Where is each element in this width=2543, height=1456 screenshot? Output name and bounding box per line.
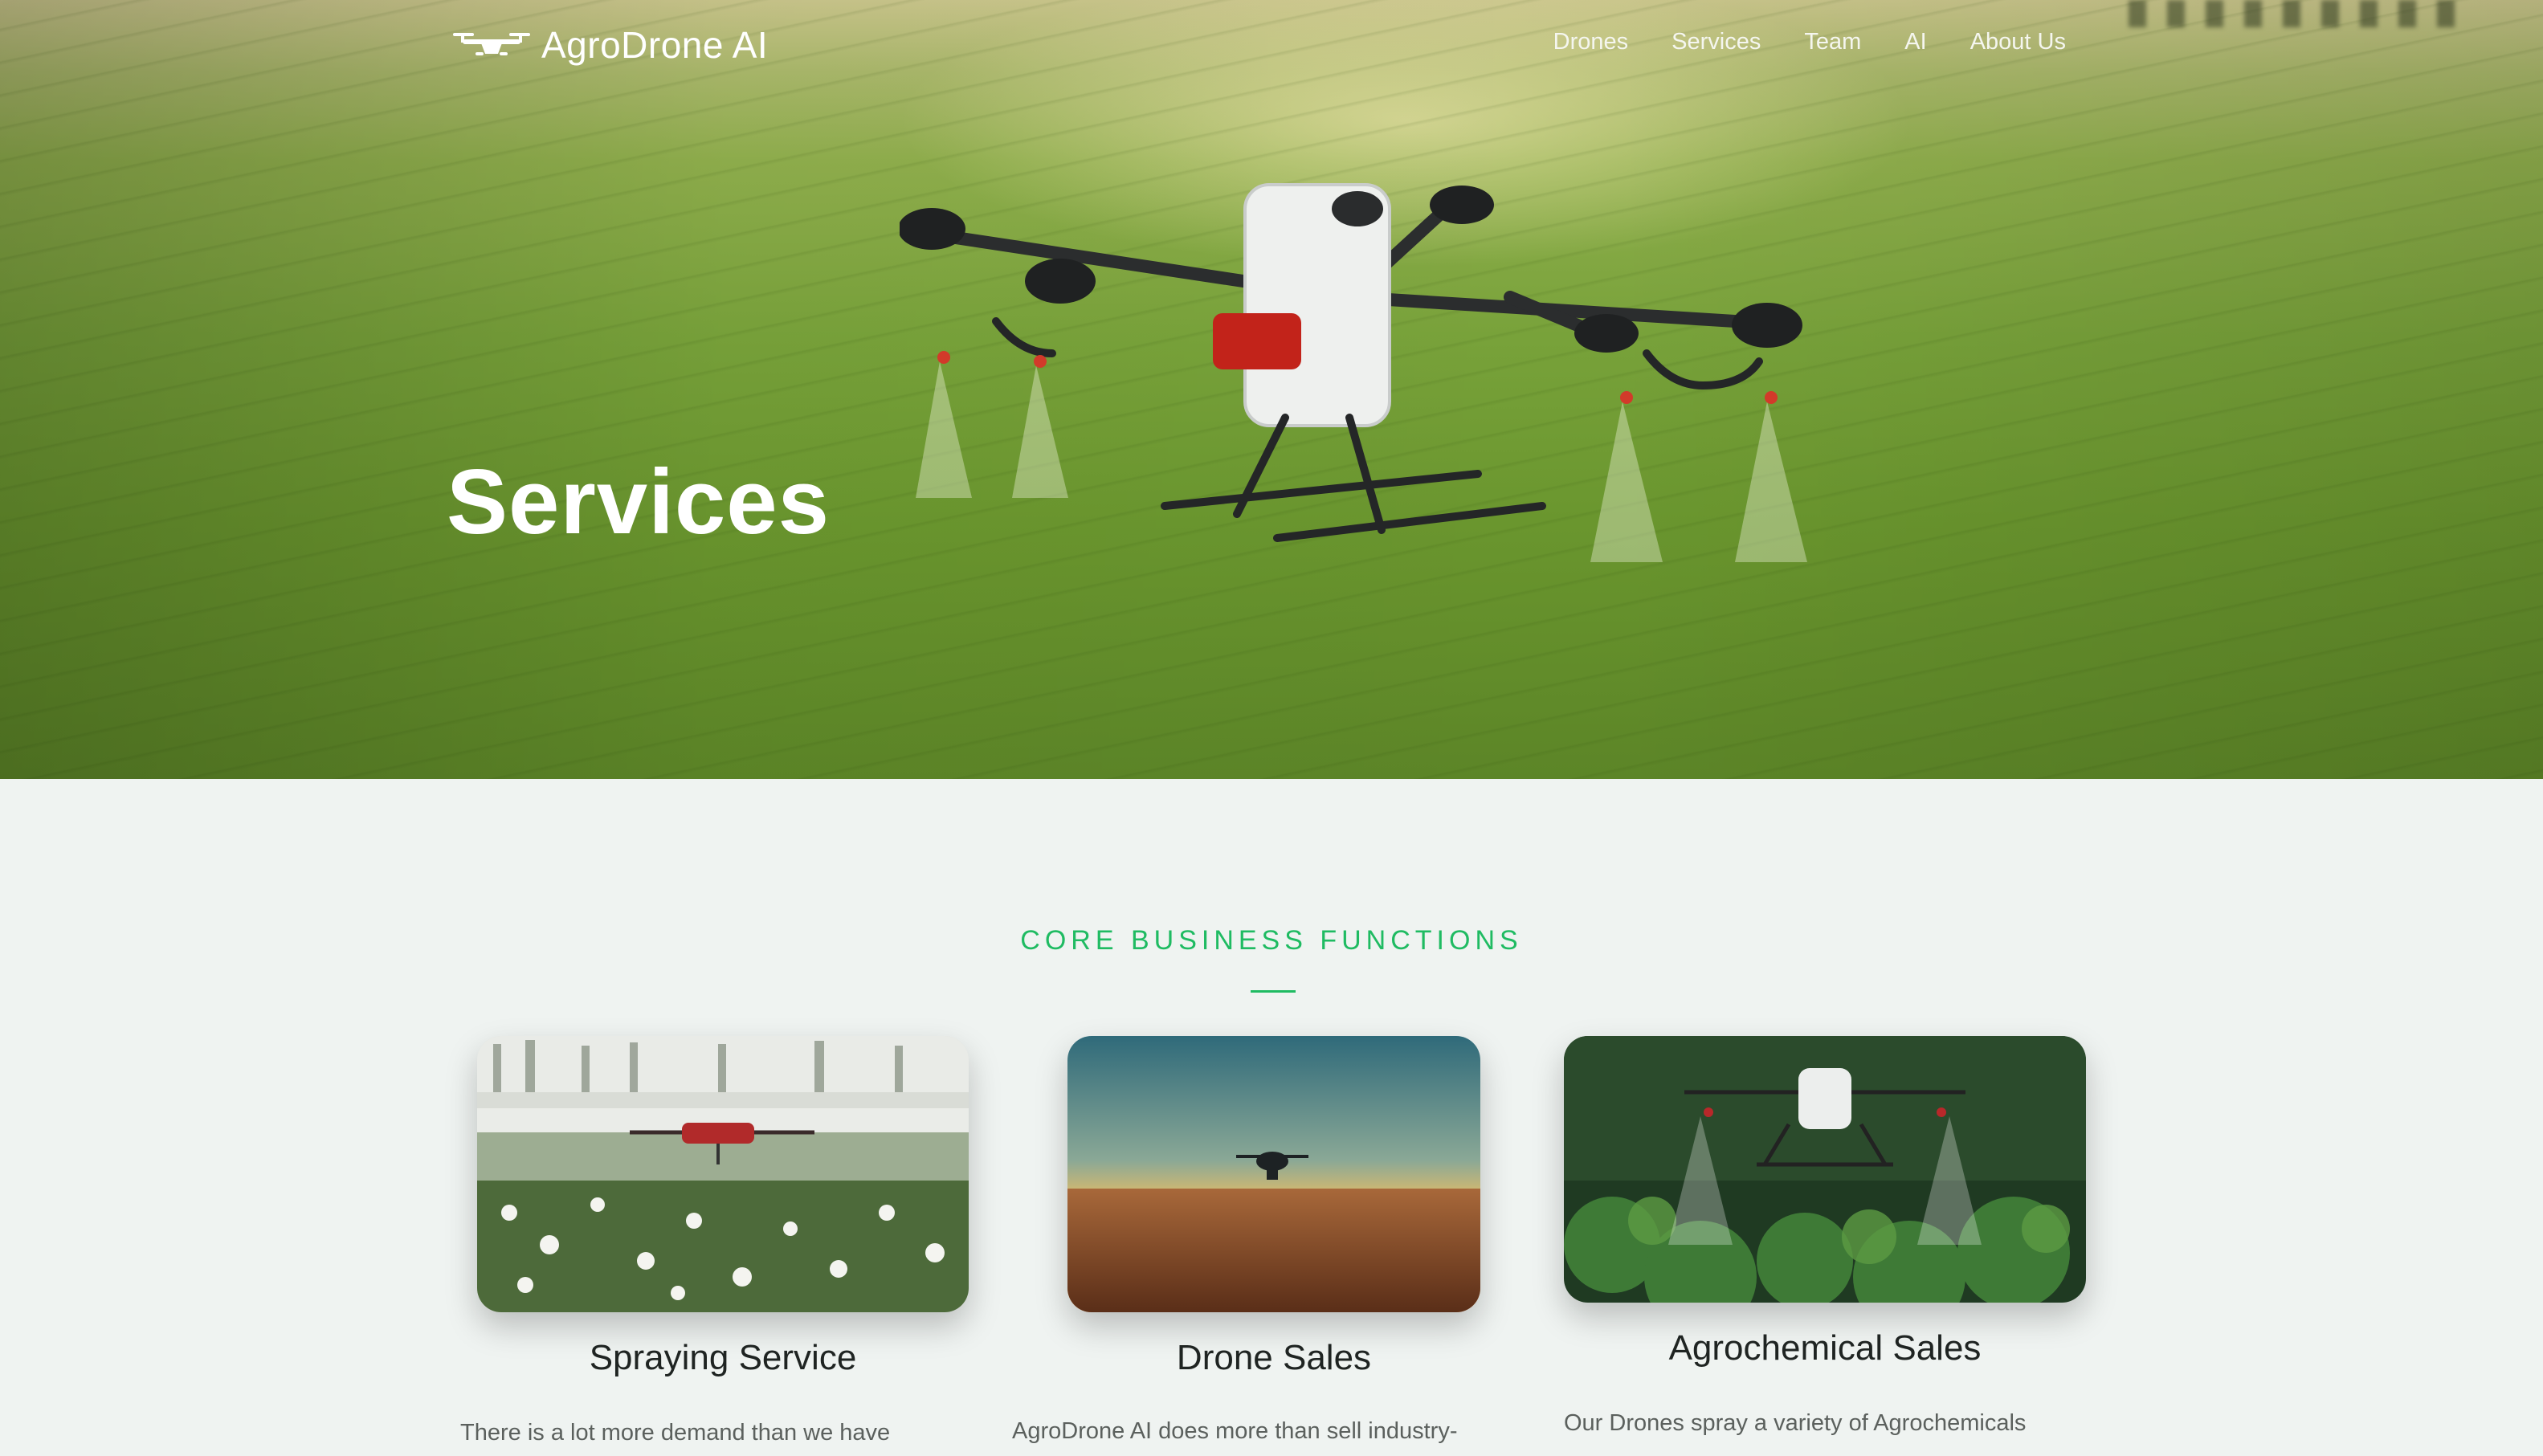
brand-logo[interactable]: AgroDrone AI <box>451 21 768 69</box>
card-title-drone-sales: Drone Sales <box>1176 1338 1372 1377</box>
brand-name: AgroDrone AI <box>541 24 769 66</box>
card-title-spraying-service: Spraying Service <box>589 1338 857 1377</box>
page-title: Services <box>447 451 831 553</box>
cotton-spraying-image <box>477 1036 969 1312</box>
nav-menu: Drones Services Team AI About Us <box>1553 29 2066 55</box>
hero-drone-image <box>900 183 1807 562</box>
page: AgroDrone AI Drones Services Team AI Abo… <box>0 0 2543 1456</box>
hero-banner: AgroDrone AI Drones Services Team AI Abo… <box>0 0 2543 779</box>
card-image-spraying-service[interactable] <box>477 1036 969 1312</box>
card-text-drone-sales: AgroDrone AI does more than sell industr… <box>1012 1418 1458 1444</box>
card-text-agrochemical-sales: Our Drones spray a variety of Agrochemic… <box>1564 1410 2027 1436</box>
sunset-wheat-drone-image <box>1067 1036 1480 1312</box>
nav-link-drones[interactable]: Drones <box>1553 29 1629 55</box>
green-crop-spray-drone-image <box>1564 1036 2086 1303</box>
nav-link-about-us[interactable]: About Us <box>1970 29 2066 55</box>
nav-link-services[interactable]: Services <box>1672 29 1761 55</box>
nav-link-team[interactable]: Team <box>1804 29 1861 55</box>
section-heading: CORE BUSINESS FUNCTIONS <box>1020 925 1523 956</box>
top-navigation: AgroDrone AI Drones Services Team AI Abo… <box>0 0 2543 92</box>
drone-logo-icon <box>453 33 530 55</box>
section-divider <box>1251 990 1296 993</box>
card-image-drone-sales[interactable] <box>1067 1036 1480 1312</box>
card-title-agrochemical-sales: Agrochemical Sales <box>1668 1328 1982 1368</box>
card-image-agrochemical-sales[interactable] <box>1564 1036 2086 1303</box>
nav-link-ai[interactable]: AI <box>1904 29 1926 55</box>
card-text-spraying-service: There is a lot more demand than we have <box>460 1420 891 1446</box>
